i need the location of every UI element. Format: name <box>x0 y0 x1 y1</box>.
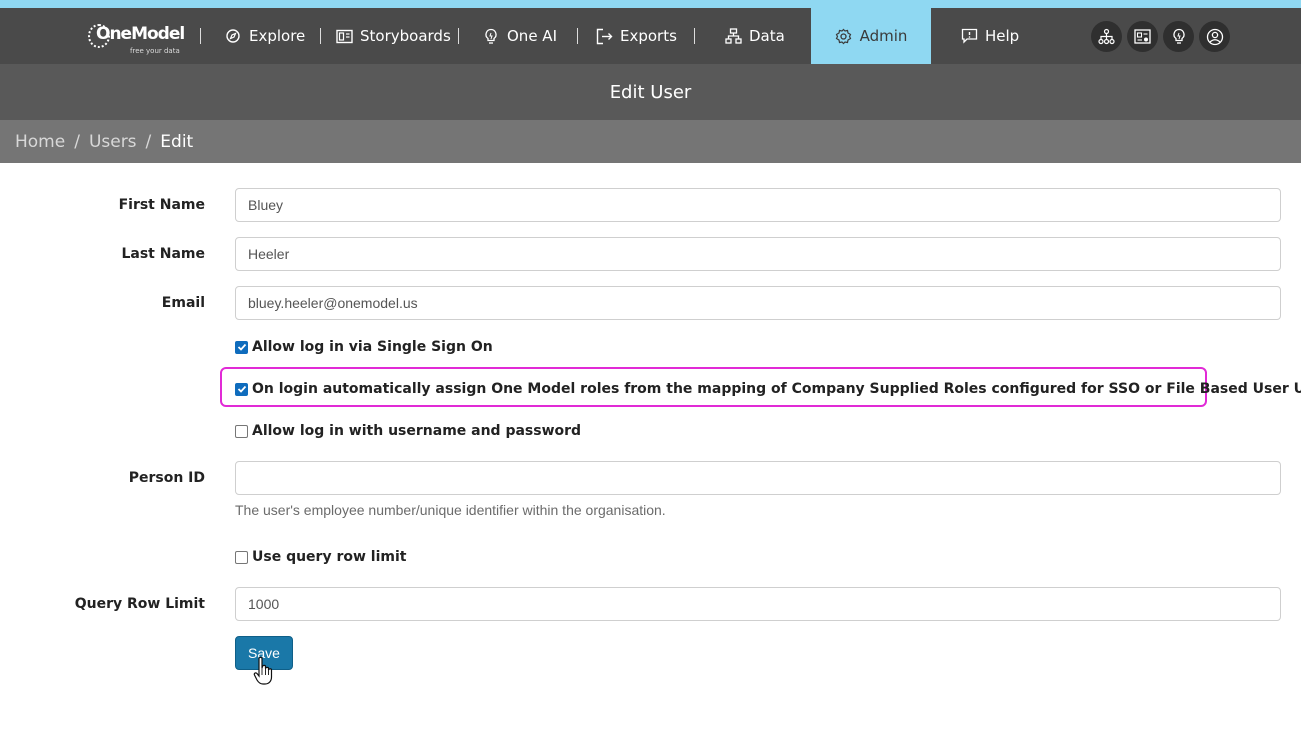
auto-assign-roles-checkbox[interactable] <box>235 382 248 396</box>
email-label: Email <box>161 295 205 311</box>
breadcrumb-users[interactable]: Users <box>89 132 137 152</box>
nav-divider <box>577 28 578 44</box>
nav-storyboards[interactable]: Storyboards <box>335 8 451 64</box>
onemodel-logo[interactable]: OneModel free your data <box>88 18 188 56</box>
last-name-field[interactable] <box>235 237 1281 271</box>
nav-help-label: Help <box>985 27 1020 45</box>
password-login-label: Allow log in with username and password <box>252 423 582 439</box>
breadcrumb-separator: / <box>74 131 80 152</box>
first-name-field[interactable] <box>235 188 1281 222</box>
top-accent-strip <box>0 0 1301 8</box>
breadcrumb-current: Edit <box>160 131 194 152</box>
nav-divider <box>320 28 321 44</box>
user-profile-button[interactable] <box>1199 21 1230 52</box>
logo-tagline: free your data <box>130 47 180 55</box>
sso-login-label: Allow log in via Single Sign On <box>252 339 493 355</box>
lightbulb-icon <box>482 27 500 45</box>
logo-brand-text: OneModel <box>96 24 185 44</box>
lightbulb-icon <box>1172 28 1185 44</box>
nav-data[interactable]: Data <box>724 8 785 64</box>
person-id-field[interactable] <box>235 461 1281 495</box>
auto-assign-roles-option[interactable]: On login automatically assign One Model … <box>235 381 1301 397</box>
nav-one-ai[interactable]: One AI <box>482 8 557 64</box>
gear-icon <box>835 27 853 45</box>
query-row-limit-field[interactable] <box>235 587 1281 621</box>
page-title-bar: Edit User <box>0 64 1301 120</box>
last-name-label: Last Name <box>121 246 205 262</box>
user-icon <box>1206 28 1223 45</box>
breadcrumb: Home / Users / Edit <box>0 120 1301 163</box>
nav-divider <box>694 28 695 44</box>
first-name-label: First Name <box>118 197 205 213</box>
nav-exports[interactable]: Exports <box>595 8 677 64</box>
explore-icon <box>224 27 242 45</box>
person-id-label: Person ID <box>128 470 205 486</box>
nav-admin-label: Admin <box>859 27 908 45</box>
person-id-help-text: The user's employee number/unique identi… <box>235 502 666 518</box>
nav-one-ai-label: One AI <box>507 27 557 45</box>
dashboard-button[interactable] <box>1127 21 1158 52</box>
export-icon <box>595 27 613 45</box>
nav-divider <box>458 28 459 44</box>
breadcrumb-home[interactable]: Home <box>15 132 65 152</box>
query-row-limit-label: Query Row Limit <box>74 596 205 612</box>
query-row-limit-checkbox[interactable] <box>235 550 248 564</box>
nav-exports-label: Exports <box>620 27 677 45</box>
sso-login-checkbox[interactable] <box>235 340 248 354</box>
org-chart-button[interactable] <box>1091 21 1122 52</box>
password-login-option[interactable]: Allow log in with username and password <box>235 423 581 439</box>
page-title: Edit User <box>609 81 692 103</box>
nav-divider <box>200 28 201 44</box>
query-row-limit-option[interactable]: Use query row limit <box>235 549 406 565</box>
nav-storyboards-label: Storyboards <box>360 27 451 45</box>
query-row-limit-toggle-label: Use query row limit <box>252 549 407 565</box>
help-icon <box>960 27 978 45</box>
nav-data-label: Data <box>749 27 785 45</box>
org-chart-icon <box>1098 28 1115 45</box>
nav-admin[interactable]: Admin <box>811 8 931 64</box>
sso-login-option[interactable]: Allow log in via Single Sign On <box>235 339 493 355</box>
data-icon <box>724 27 742 45</box>
main-navbar: OneModel free your data Explore Storyboa… <box>0 8 1301 64</box>
storyboards-icon <box>335 27 353 45</box>
checkmark-icon <box>237 343 246 351</box>
hand-cursor-icon <box>253 656 273 685</box>
insights-button[interactable] <box>1163 21 1194 52</box>
nav-explore-label: Explore <box>249 27 306 45</box>
password-login-checkbox[interactable] <box>235 424 248 438</box>
dashboard-icon <box>1134 28 1151 44</box>
nav-help[interactable]: Help <box>960 8 1019 64</box>
auto-assign-roles-label: On login automatically assign One Model … <box>252 381 1301 397</box>
email-field[interactable] <box>235 286 1281 320</box>
breadcrumb-separator: / <box>145 131 152 152</box>
checkmark-icon <box>237 385 246 393</box>
nav-explore[interactable]: Explore <box>224 8 305 64</box>
